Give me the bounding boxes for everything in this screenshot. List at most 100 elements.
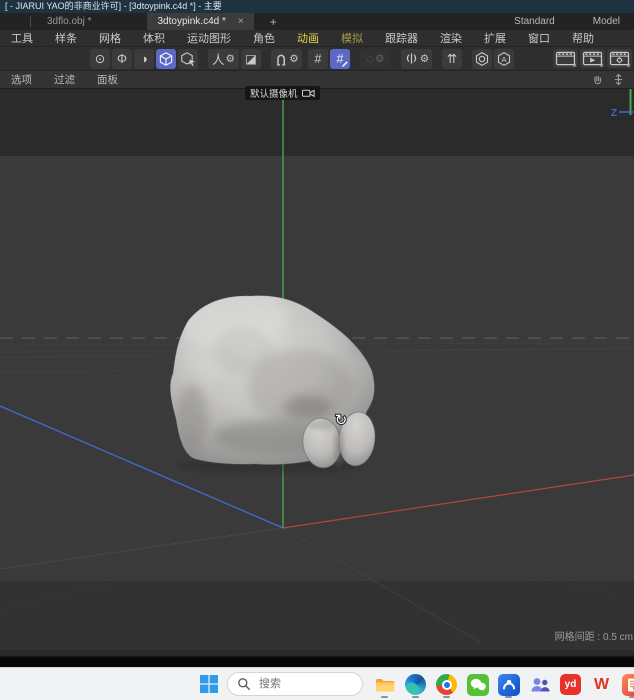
tab-3dflo[interactable]: 3dflo.obj * bbox=[31, 13, 107, 30]
hexagon-circle-icon bbox=[475, 51, 489, 66]
menu-extensions[interactable]: 扩展 bbox=[473, 30, 517, 46]
viewport-scene: Z ↻ bbox=[0, 89, 634, 651]
hexagon-a-icon: A bbox=[497, 51, 511, 66]
menu-render[interactable]: 渲染 bbox=[429, 30, 473, 46]
dolly-icon[interactable] bbox=[611, 72, 626, 87]
rotate-cursor-icon: ↻ bbox=[335, 412, 348, 429]
half-square-icon: ◪ bbox=[245, 52, 257, 66]
youdao-button[interactable]: yd bbox=[559, 672, 582, 697]
layout-selector[interactable]: Standard bbox=[514, 16, 555, 27]
close-tab-icon[interactable]: × bbox=[238, 16, 244, 27]
magnet-icon bbox=[277, 54, 286, 66]
menu-animate[interactable]: 动画 bbox=[286, 30, 330, 46]
wps-icon: W bbox=[593, 675, 610, 693]
poly-axis-button[interactable]: A bbox=[494, 48, 514, 69]
search-input[interactable] bbox=[257, 677, 351, 691]
wechat-button[interactable] bbox=[466, 672, 489, 697]
teams-button[interactable] bbox=[528, 672, 551, 697]
title-bar: [ - JIARUI YAO的非商业许可] - [3dtoypink.c4d *… bbox=[0, 0, 634, 13]
vp-menu-options[interactable]: 选项 bbox=[0, 72, 43, 87]
file-explorer-button[interactable] bbox=[373, 672, 396, 698]
menu-tools[interactable]: 工具 bbox=[0, 30, 44, 46]
new-tab-button[interactable]: + bbox=[270, 15, 277, 29]
document-tab-bar: 3dflo.obj * 3dtoypink.c4d * × + Standard… bbox=[0, 13, 634, 30]
render-settings-button[interactable] bbox=[607, 49, 632, 68]
menu-volume[interactable]: 体积 bbox=[132, 30, 176, 46]
gear-icon: ⚙ bbox=[375, 52, 385, 65]
chrome-button[interactable] bbox=[435, 672, 458, 698]
knife-icon bbox=[406, 53, 416, 64]
radial-tool-button[interactable]: ◌ ⚙ bbox=[360, 48, 391, 69]
poly-object-button[interactable] bbox=[472, 48, 492, 69]
model-mode-button[interactable] bbox=[156, 48, 176, 69]
axis-z-label: Z bbox=[611, 108, 617, 119]
exchange-button[interactable]: ⇈ bbox=[442, 48, 462, 69]
window-bottom-edge bbox=[0, 650, 634, 667]
windows-logo-icon bbox=[200, 675, 218, 693]
tab-3dtoypink[interactable]: 3dtoypink.c4d * × bbox=[147, 13, 254, 30]
viewport-3d[interactable]: Z ↻ 默认摄像机 网格间距: 0.5 cm bbox=[0, 86, 634, 651]
circle-dot-icon: ⊙ bbox=[94, 52, 106, 66]
gear-icon: ⚙ bbox=[419, 52, 430, 65]
camera-icon bbox=[301, 89, 315, 98]
chrome-icon bbox=[436, 674, 457, 695]
snap-settings-button[interactable]: ⚙ bbox=[271, 48, 302, 69]
render-picture-viewer-button[interactable] bbox=[580, 49, 605, 68]
youdao-icon: yd bbox=[560, 674, 581, 695]
menu-spline[interactable]: 样条 bbox=[44, 30, 88, 46]
camera-label: 默认摄像机 bbox=[250, 89, 298, 100]
grid-button[interactable]: # bbox=[308, 48, 328, 69]
wps-button[interactable]: W bbox=[590, 672, 613, 697]
render-frame-icon bbox=[555, 51, 576, 67]
render-gear-icon bbox=[609, 51, 630, 67]
menu-help[interactable]: 帮助 bbox=[561, 30, 605, 46]
cloud-drive-icon bbox=[497, 673, 520, 696]
cinema4d-window: [ - JIARUI YAO的非商业许可] - [3dtoypink.c4d *… bbox=[0, 0, 634, 700]
main-toolbar: ⊙ Φ ◑ 人 ⚙ ◪ ⚙ # # ◌ ⚙ ⚙ ⇈ A bbox=[0, 47, 634, 71]
hierarchy-tool-button[interactable]: 人 ⚙ bbox=[208, 48, 239, 69]
svg-text:A: A bbox=[501, 54, 506, 63]
grid-spacing-label: 网格间距 : 0.5 cm bbox=[554, 632, 633, 643]
wechat-icon bbox=[466, 673, 489, 696]
axis-mode-button[interactable]: Φ bbox=[112, 48, 132, 69]
gear-icon: ⚙ bbox=[225, 52, 235, 65]
menu-window[interactable]: 窗口 bbox=[517, 30, 561, 46]
hierarchy-icon: 人 bbox=[212, 53, 225, 67]
menu-simulate[interactable]: 模拟 bbox=[330, 30, 374, 46]
mode-selector[interactable]: Model bbox=[593, 16, 620, 27]
pan-hand-icon[interactable] bbox=[590, 72, 605, 87]
window-title: [ - JIARUI YAO的非商业许可] - [3dtoypink.c4d *… bbox=[5, 1, 222, 11]
taskbar-search[interactable] bbox=[227, 672, 363, 696]
edge-icon bbox=[405, 674, 426, 695]
half-circle-icon: ◑ bbox=[140, 51, 148, 66]
live-selection-button[interactable]: ⊙ bbox=[90, 48, 110, 69]
menu-tracker[interactable]: 跟踪器 bbox=[374, 30, 429, 46]
texture-mode-button[interactable]: ◑ bbox=[134, 48, 154, 69]
menu-bar: 工具 样条 网格 体积 运动图形 角色 动画 模拟 跟踪器 渲染 扩展 窗口 帮… bbox=[0, 30, 634, 47]
grid-edit-button[interactable]: # bbox=[330, 48, 350, 69]
camera-selector[interactable]: 默认摄像机 bbox=[245, 86, 320, 100]
viewport-near-band bbox=[0, 581, 634, 651]
edge-button[interactable] bbox=[404, 672, 427, 698]
cloud-drive-button[interactable] bbox=[497, 672, 520, 698]
cube-pointer-icon bbox=[181, 51, 195, 66]
pencil-icon bbox=[342, 60, 348, 67]
taskbar-apps: yd W bbox=[373, 672, 634, 698]
vp-menu-panel[interactable]: 面板 bbox=[86, 72, 129, 87]
vp-menu-filter[interactable]: 过滤 bbox=[43, 72, 86, 87]
render-view-button[interactable] bbox=[553, 49, 578, 68]
search-icon bbox=[238, 678, 251, 691]
object-mode-button[interactable] bbox=[178, 48, 198, 69]
grid-icon: # bbox=[314, 51, 322, 66]
tab-label: 3dflo.obj * bbox=[47, 16, 92, 27]
docs-tool-button[interactable] bbox=[621, 672, 634, 698]
teams-people-icon bbox=[531, 677, 550, 691]
render-play-icon bbox=[582, 51, 603, 67]
windows-start-button[interactable] bbox=[199, 674, 219, 694]
double-up-arrow-icon: ⇈ bbox=[446, 52, 458, 66]
split-tool-button[interactable]: ⚙ bbox=[401, 48, 432, 69]
menu-character[interactable]: 角色 bbox=[242, 30, 286, 46]
menu-mograph[interactable]: 运动图形 bbox=[176, 30, 242, 46]
workplane-mode-button[interactable]: ◪ bbox=[241, 48, 261, 69]
menu-mesh[interactable]: 网格 bbox=[88, 30, 132, 46]
